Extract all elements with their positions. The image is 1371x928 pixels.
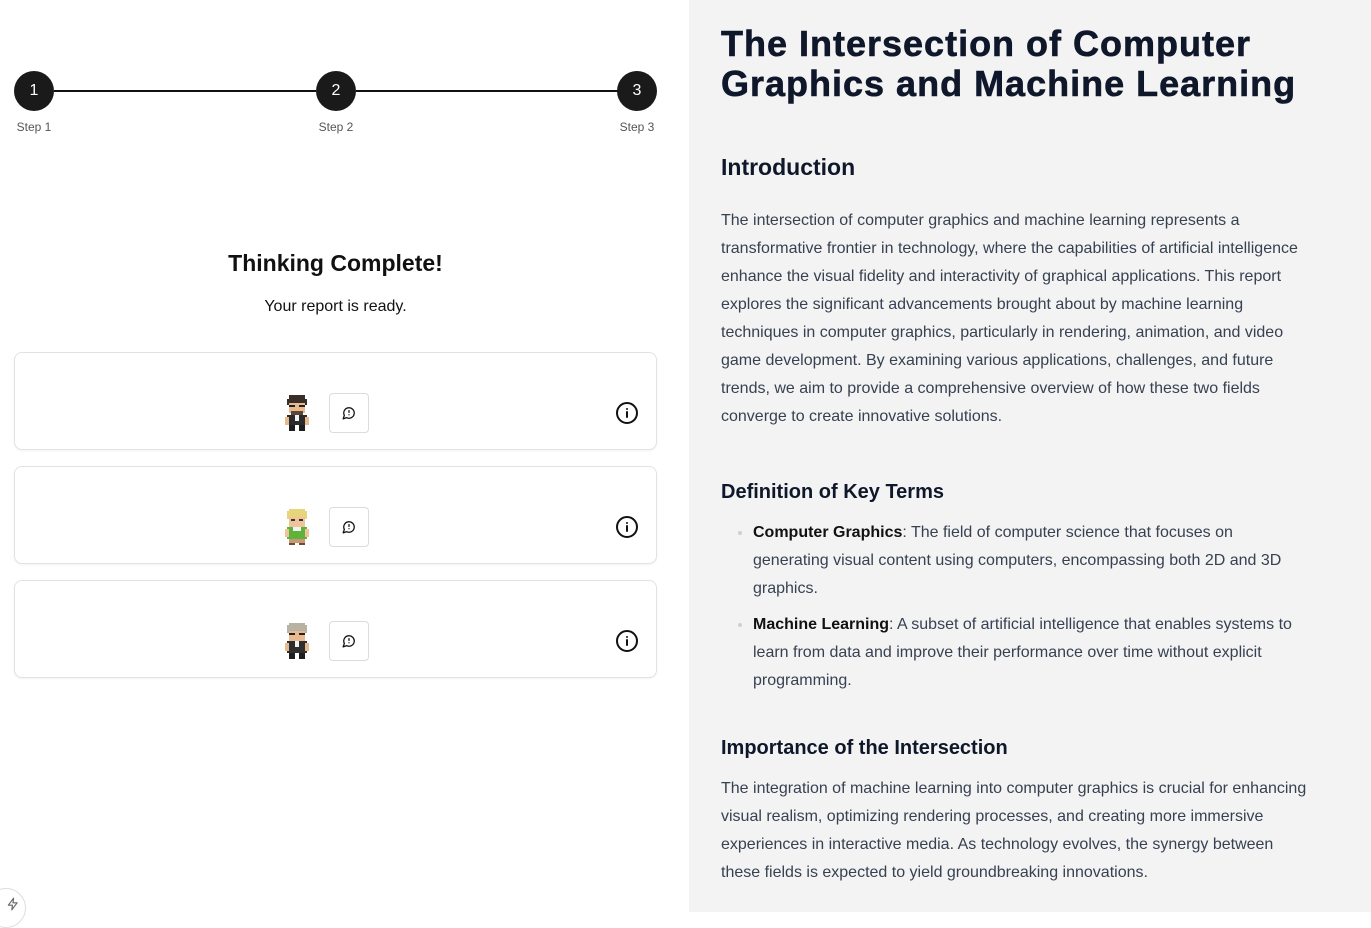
chat-button[interactable] — [329, 621, 369, 661]
introduction-heading: Introduction — [721, 154, 856, 180]
step-1-label: Step 1 — [16, 120, 52, 134]
term-name: Machine Learning — [753, 616, 890, 633]
report-pane[interactable]: The Intersection of Computer Graphics an… — [689, 0, 1371, 912]
step-connector — [54, 90, 316, 92]
agent-card — [14, 466, 657, 564]
stepper: 1 2 3 Step 1 Step 2 Step 3 — [14, 71, 657, 141]
list-item: Machine Learning: A subset of artificial… — [753, 611, 1311, 695]
info-button[interactable] — [615, 515, 639, 539]
step-2-label: Step 2 — [318, 120, 354, 134]
introduction-text: The intersection of computer graphics an… — [721, 212, 1298, 425]
info-icon — [616, 516, 638, 538]
grey-haired-glasses-character-avatar — [285, 623, 309, 659]
left-pane: 1 2 3 Step 1 Step 2 Step 3 Thinking Comp… — [0, 0, 689, 928]
blonde-green-shirt-character-avatar — [285, 509, 309, 545]
lightning-icon — [7, 897, 18, 911]
report-title: The Intersection of Computer Graphics an… — [721, 23, 1297, 104]
agent-card — [14, 352, 657, 450]
step-1-circle[interactable]: 1 — [14, 71, 54, 111]
info-icon — [616, 630, 638, 652]
step-3-label: Step 3 — [619, 120, 655, 134]
step-connector — [356, 90, 618, 92]
chat-bubble-icon — [342, 635, 355, 648]
step-2-circle[interactable]: 2 — [316, 71, 356, 111]
importance-text: The integration of machine learning into… — [721, 780, 1307, 881]
dark-haired-glasses-character-avatar — [285, 395, 309, 431]
chat-bubble-icon — [342, 407, 355, 420]
status-title: Thinking Complete! — [228, 250, 443, 276]
status-subtitle: Your report is ready. — [264, 298, 407, 315]
chat-button[interactable] — [329, 507, 369, 547]
chat-button[interactable] — [329, 393, 369, 433]
importance-heading: Importance of the Intersection — [721, 737, 1008, 759]
info-button[interactable] — [615, 629, 639, 653]
info-button[interactable] — [615, 401, 639, 425]
info-icon — [616, 402, 638, 424]
key-terms-heading: Definition of Key Terms — [721, 481, 944, 503]
term-name: Computer Graphics — [753, 524, 903, 541]
key-terms-list: Computer Graphics: The field of computer… — [721, 519, 1311, 695]
dev-tools-badge[interactable] — [0, 888, 26, 928]
list-item: Computer Graphics: The field of computer… — [753, 519, 1311, 603]
step-3-circle[interactable]: 3 — [617, 71, 657, 111]
chat-bubble-icon — [342, 521, 355, 534]
agent-card — [14, 580, 657, 678]
report: The Intersection of Computer Graphics an… — [721, 23, 1311, 887]
